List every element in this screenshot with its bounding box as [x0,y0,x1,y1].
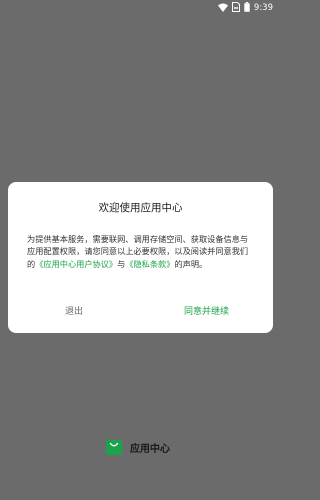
privacy-policy-link[interactable]: 《隐私条款》 [125,259,174,269]
agree-continue-button[interactable]: 同意并继续 [140,300,273,324]
sim-card-icon [231,2,240,14]
exit-button[interactable]: 退出 [8,300,140,324]
brand-name: 应用中心 [130,443,170,455]
wifi-icon [217,3,228,14]
status-time: 9:39 [253,3,273,13]
brand: 应用中心 [105,436,170,458]
shopping-bag-icon [105,438,123,456]
battery-icon [244,2,250,14]
status-bar: 9:39 [0,0,281,16]
welcome-dialog: 欢迎使用应用中心 为提供基本服务，需要联网、调用存储空间、获取设备信息与应用配置… [8,182,273,333]
dialog-body: 为提供基本服务，需要联网、调用存储空间、获取设备信息与应用配置权限，请您同意以上… [27,233,256,270]
user-agreement-link[interactable]: 《应用中心用户协议》 [35,259,117,269]
dialog-actions: 退出 同意并继续 [8,300,273,324]
dialog-title: 欢迎使用应用中心 [98,202,183,214]
dialog-body-text-3: 的声明。 [174,258,208,269]
status-icons: 9:39 [217,2,273,14]
